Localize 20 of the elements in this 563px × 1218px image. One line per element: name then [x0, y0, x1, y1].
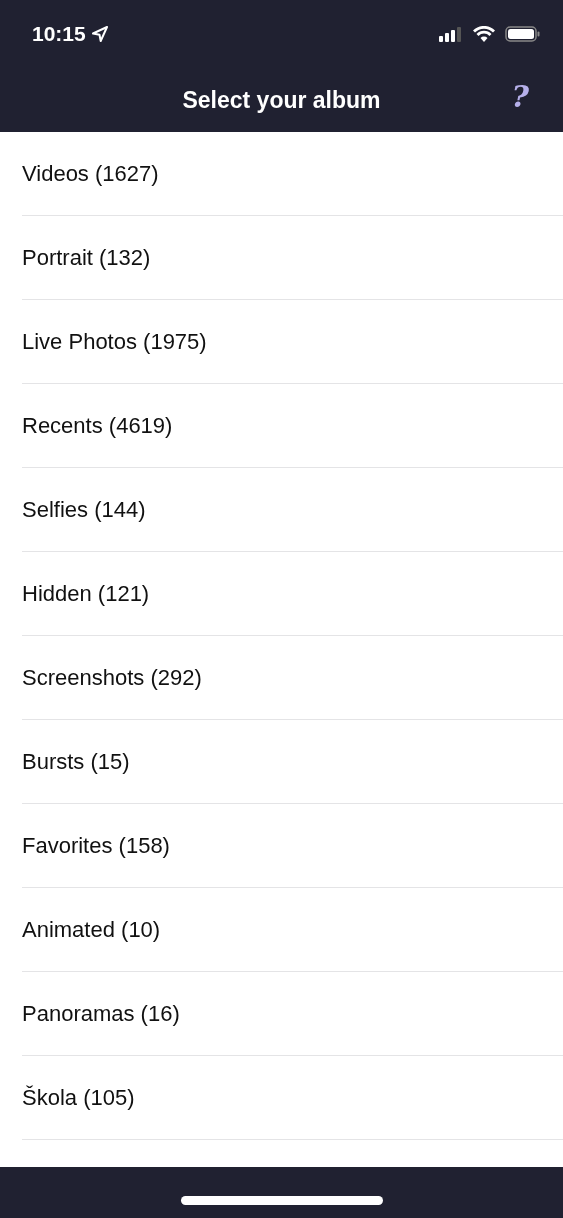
home-indicator[interactable]: [180, 1196, 383, 1205]
album-item[interactable]: Live Photos (1975): [22, 328, 207, 355]
album-item[interactable]: Portrait (132): [22, 244, 151, 271]
wifi-icon: [473, 26, 495, 42]
album-item[interactable]: Recents (4619): [22, 412, 173, 439]
album-item[interactable]: Videos (1627): [22, 160, 159, 187]
album-item[interactable]: Panoramas (16): [22, 1000, 180, 1027]
album-item[interactable]: Selfies (144): [22, 496, 146, 523]
album-item[interactable]: Screenshots (292): [22, 664, 202, 691]
signal-icon: [439, 26, 463, 42]
battery-icon: [505, 26, 541, 42]
screen-title: Select your album: [182, 86, 381, 114]
album-item[interactable]: Škola (105): [22, 1084, 135, 1111]
album-item[interactable]: Favorites (158): [22, 832, 170, 859]
location-arrow-icon: [91, 26, 108, 42]
status-time: 10:15: [32, 22, 86, 46]
help-button[interactable]: ?: [511, 82, 529, 112]
album-item[interactable]: Animated (10): [22, 916, 161, 943]
album-item[interactable]: Bursts (15): [22, 748, 130, 775]
album-item[interactable]: Hidden (121): [22, 580, 150, 607]
